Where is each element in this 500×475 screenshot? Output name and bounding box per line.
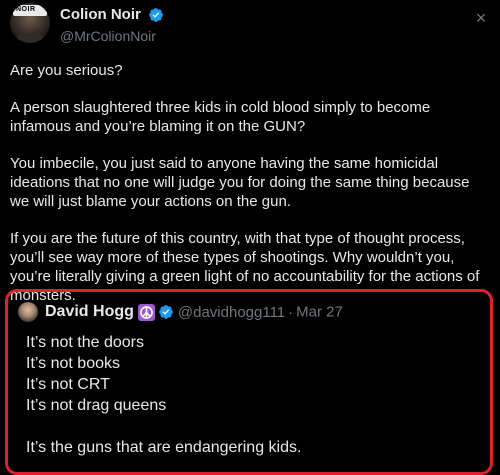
quoted-line: It’s not drag queens [26,397,167,414]
tweet-paragraph: You imbecile, you just said to anyone ha… [10,155,470,210]
tweet-text: Are you serious? A person slaughtered th… [10,61,492,323]
quoted-author-avatar[interactable] [18,302,38,322]
meta-separator: · [288,303,294,321]
avatar-cap: NOIR [13,5,47,16]
peace-symbol-icon [139,305,153,319]
peace-emoji-icon [137,303,155,321]
author-avatar[interactable]: NOIR [10,3,50,43]
tweet-header: NOIR Colion Noir @MrColionNoir × [6,3,494,47]
quoted-line: It’s not books [26,355,120,372]
author-info: Colion Noir @MrColionNoir [60,6,164,44]
quoted-tweet-date[interactable]: Mar 27 [296,304,343,321]
quoted-tweet[interactable]: David Hogg @davidhogg111 · Mar 27 It’s not… [5,289,493,475]
close-icon[interactable]: × [472,9,490,27]
author-display-name[interactable]: Colion Noir [60,6,141,23]
quoted-line: It’s the guns that are endangering kids. [26,439,302,456]
quoted-author-name[interactable]: David Hogg [45,303,134,320]
verified-badge-icon [149,7,164,22]
quoted-line: It’s not the doors [26,334,144,351]
avatar-shirt [16,33,44,43]
quoted-author-handle[interactable]: @davidhogg111 [178,304,285,321]
quoted-line: It’s not CRT [26,376,110,393]
verified-badge-icon [159,305,173,319]
quoted-tweet-text: It’s not the doors It’s not books It’s n… [26,332,301,458]
quoted-line [26,416,301,437]
avatar-cap-text: NOIR [16,6,36,13]
tweet-paragraph: A person slaughtered three kids in cold … [10,99,431,135]
tweet-paragraph: Are you serious? [10,62,123,79]
author-handle[interactable]: @MrColionNoir [60,28,164,44]
quoted-tweet-header: David Hogg @davidhogg111 · Mar 27 [18,302,343,324]
